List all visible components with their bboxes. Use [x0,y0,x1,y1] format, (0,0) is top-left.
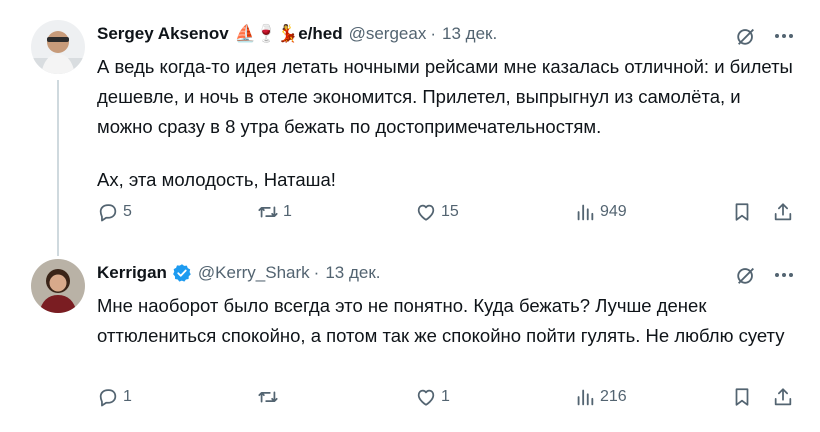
reply-count: 5 [123,203,132,220]
like-button[interactable]: 15 [415,201,459,223]
grok-icon[interactable] [735,25,757,47]
avatar-photo [31,259,85,313]
views-count: 216 [600,388,627,405]
reply-icon [99,204,117,222]
author-handle[interactable]: @Kerry_Shark [198,263,310,283]
views-button[interactable]: 949 [574,201,627,223]
reply-count: 1 [123,388,132,405]
share-icon [774,388,792,406]
like-count: 1 [441,388,450,405]
tweet-text: А ведь когда-то идея летать ночными рейс… [97,52,797,195]
tweet-actions: 1 1 216 [97,386,799,416]
avatar-photo [31,20,85,74]
thread-line [57,80,59,256]
separator-dot: · [430,24,437,43]
verified-badge-icon[interactable] [172,263,192,283]
tweet-header: Kerrigan @Kerry_Shark · 13 дек. [97,263,381,283]
repost-icon [258,206,278,218]
avatar[interactable] [31,20,85,74]
author-name[interactable]: Sergey Aksenov [97,24,229,44]
views-icon [577,389,594,406]
bookmark-icon [735,203,749,221]
name-emojis: ⛵🍷💃 [234,24,299,43]
separator-dot: · [313,263,320,282]
author-handle[interactable]: @sergeax [349,24,427,44]
tweet-kerrigan[interactable]: Kerrigan @Kerry_Shark · 13 дек. Мне наоб… [0,256,820,432]
repost-count: 1 [283,203,292,220]
heart-icon [417,389,435,406]
tweet-text-p1: Мне наоборот было всегда это не понятно.… [97,295,785,346]
tweet-text: Мне наоборот было всегда это не понятно.… [97,291,797,351]
repost-button[interactable] [257,386,283,408]
tweet-actions: 5 1 15 949 [97,201,799,231]
tweet-sergey[interactable]: Sergey Aksenov ⛵🍷💃 e/hed @sergeax · 13 д… [0,0,820,256]
tweet-date[interactable]: 13 дек. [325,263,380,283]
repost-icon [258,391,278,403]
author-name[interactable]: Kerrigan [97,263,167,283]
tweet-header: Sergey Aksenov ⛵🍷💃 e/hed @sergeax · 13 д… [97,24,497,44]
bookmark-button[interactable] [731,386,753,408]
like-button[interactable]: 1 [415,386,450,408]
more-icon[interactable] [772,24,796,48]
reply-button[interactable]: 1 [97,386,132,408]
repost-button[interactable]: 1 [257,201,292,223]
tweet-text-p1: А ведь когда-то идея летать ночными рейс… [97,56,793,137]
tweet-date[interactable]: 13 дек. [442,24,497,44]
share-button[interactable] [772,386,794,408]
like-count: 15 [441,203,459,220]
heart-icon [417,204,435,221]
share-button[interactable] [772,201,794,223]
views-count: 949 [600,203,627,220]
views-icon [577,204,594,221]
avatar[interactable] [31,259,85,313]
grok-icon[interactable] [735,264,757,286]
author-name-suffix[interactable]: e/hed [298,24,342,44]
bookmark-button[interactable] [731,201,753,223]
bookmark-icon [735,388,749,406]
share-icon [774,203,792,221]
more-icon[interactable] [772,263,796,287]
reply-icon [99,389,117,407]
tweet-text-p2: Ах, эта молодость, Наташа! [97,169,336,190]
reply-button[interactable]: 5 [97,201,132,223]
views-button[interactable]: 216 [574,386,627,408]
